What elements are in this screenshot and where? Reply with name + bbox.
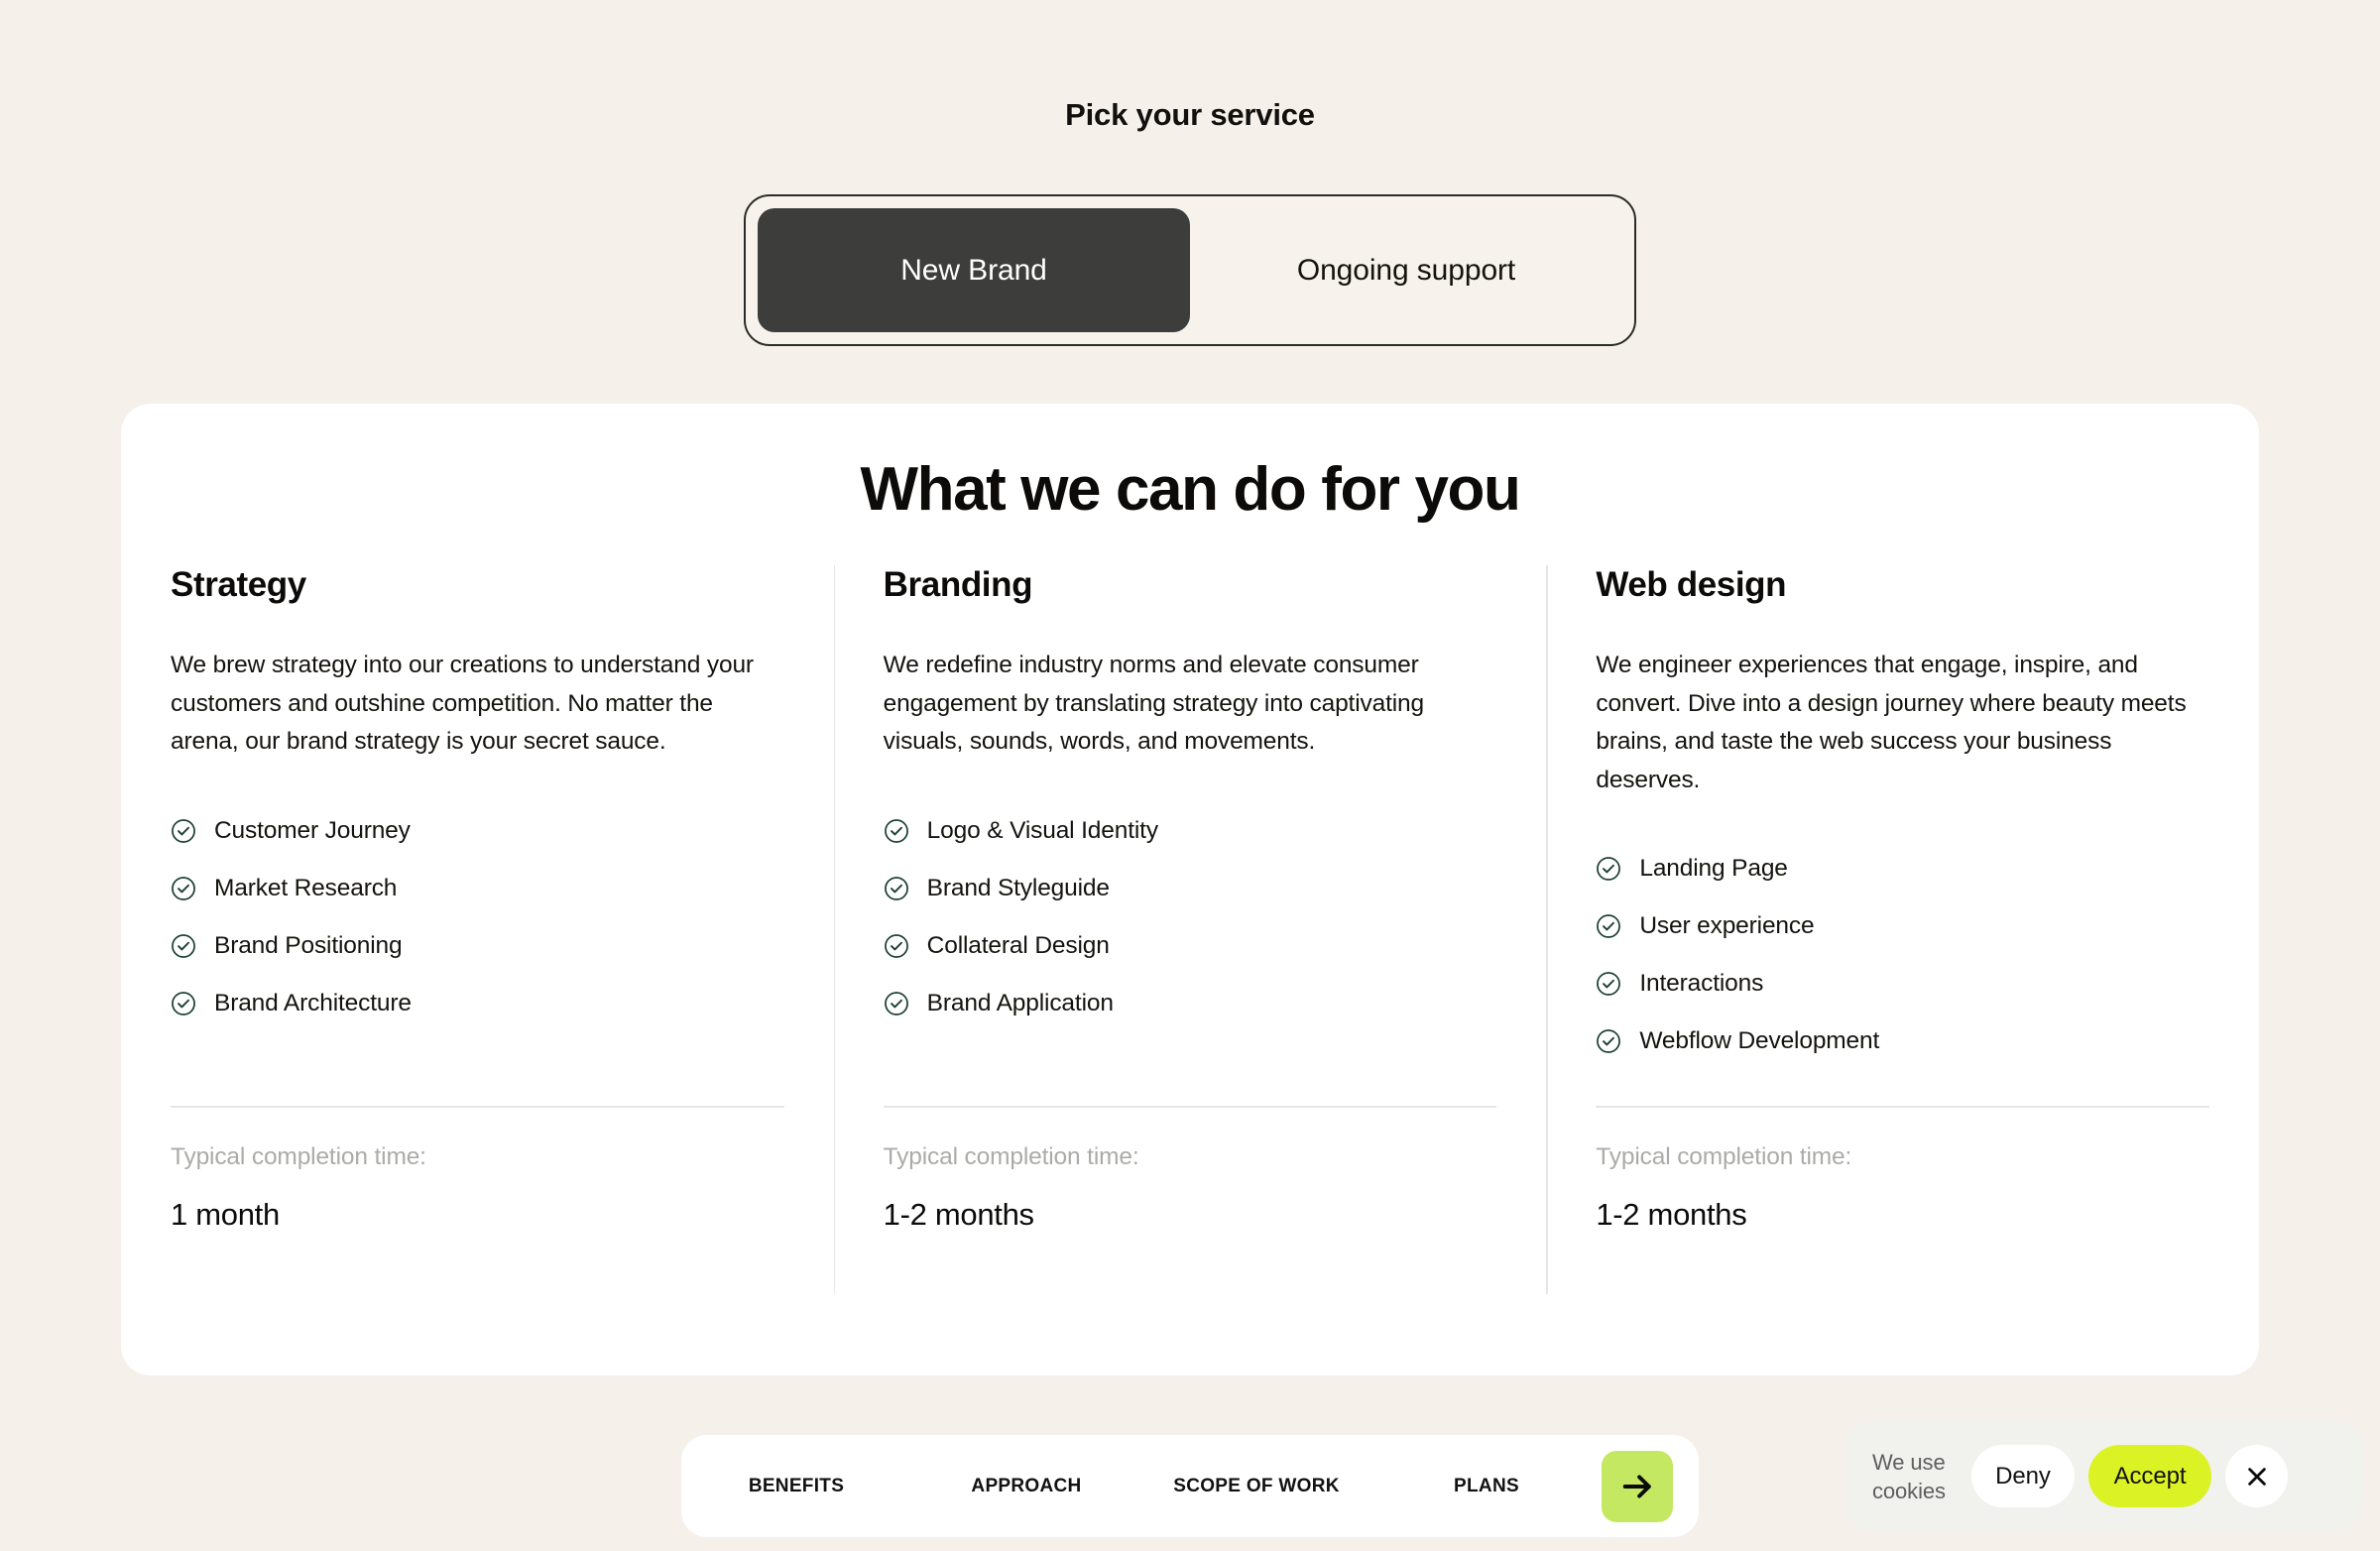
completion-time-value: 1 month: [171, 1197, 280, 1232]
check-circle-icon: [884, 933, 908, 958]
cookie-close-button[interactable]: [2225, 1445, 2288, 1507]
cookie-message: We use cookies: [1872, 1449, 1946, 1503]
nav-link-plans[interactable]: PLANS: [1371, 1476, 1602, 1497]
feature-label: Brand Styleguide: [926, 874, 1110, 901]
column-description: We brew strategy into our creations to u…: [171, 652, 754, 755]
nav-link-scope-of-work[interactable]: SCOPE OF WORK: [1141, 1476, 1371, 1497]
feature-label: User experience: [1639, 912, 1815, 939]
list-item: Landing Page: [1596, 840, 2209, 897]
list-item: Brand Positioning: [171, 917, 784, 975]
column-divider: [1596, 1106, 2210, 1108]
nav-link-benefits[interactable]: BENEFITS: [681, 1476, 911, 1497]
service-column-strategy: Strategy We brew strategy into our creat…: [121, 565, 834, 1294]
feature-label: Collateral Design: [926, 931, 1110, 959]
list-item: Brand Application: [884, 975, 1497, 1032]
check-circle-icon: [172, 991, 195, 1015]
completion-time-label: Typical completion time:: [883, 1143, 1139, 1170]
column-description: We redefine industry norms and elevate c…: [883, 652, 1424, 755]
check-circle-icon: [172, 933, 195, 958]
check-circle-icon: [1597, 857, 1621, 881]
service-toggle-group[interactable]: New Brand Ongoing support: [744, 194, 1636, 346]
check-circle-icon: [1597, 1029, 1621, 1053]
arrow-right-icon: [1622, 1474, 1651, 1498]
cookie-consent-bar: We use cookies Deny Accept: [1846, 1420, 2362, 1532]
feature-label: Market Research: [214, 874, 398, 901]
feature-list: Customer Journey Market Research Brand P…: [171, 802, 784, 1032]
cookie-deny-button[interactable]: Deny: [1971, 1445, 2075, 1507]
feature-label: Logo & Visual Identity: [926, 816, 1158, 844]
toggle-option-ongoing-support[interactable]: Ongoing support: [1190, 208, 1622, 332]
column-title: Strategy: [171, 565, 306, 604]
column-title: Branding: [883, 565, 1033, 604]
list-item: Market Research: [171, 860, 784, 917]
toggle-option-new-brand[interactable]: New Brand: [758, 208, 1190, 332]
column-description: We engineer experiences that engage, ins…: [1596, 652, 2187, 793]
nav-link-approach[interactable]: APPROACH: [911, 1476, 1141, 1497]
page-title: Pick your service: [1065, 97, 1315, 132]
list-item: Customer Journey: [171, 802, 784, 860]
close-icon: [2247, 1467, 2266, 1486]
column-divider: [883, 1106, 1497, 1108]
list-item: User experience: [1596, 897, 2209, 955]
feature-label: Brand Positioning: [214, 931, 403, 959]
service-column-branding: Branding We redefine industry norms and …: [833, 565, 1547, 1294]
check-circle-icon: [884, 991, 908, 1015]
feature-label: Brand Architecture: [214, 989, 412, 1016]
feature-list: Logo & Visual Identity Brand Styleguide …: [884, 802, 1497, 1032]
check-circle-icon: [1597, 972, 1621, 996]
check-circle-icon: [172, 818, 195, 843]
check-circle-icon: [884, 876, 908, 900]
list-item: Collateral Design: [884, 917, 1497, 975]
service-columns: Strategy We brew strategy into our creat…: [121, 565, 2259, 1294]
column-divider: [171, 1106, 784, 1108]
feature-label: Webflow Development: [1639, 1027, 1880, 1054]
list-item: Brand Architecture: [171, 975, 784, 1032]
cookie-accept-button[interactable]: Accept: [2088, 1445, 2211, 1507]
feature-label: Landing Page: [1639, 855, 1788, 882]
next-section-button[interactable]: [1602, 1450, 1673, 1522]
completion-time-label: Typical completion time:: [171, 1143, 426, 1170]
list-item: Interactions: [1596, 955, 2209, 1013]
completion-time-value: 1-2 months: [1596, 1197, 1747, 1232]
feature-label: Interactions: [1639, 970, 1764, 997]
feature-label: Brand Application: [926, 989, 1114, 1016]
check-circle-icon: [884, 818, 908, 843]
list-item: Brand Styleguide: [884, 860, 1497, 917]
column-title: Web design: [1596, 565, 1787, 604]
section-navigation-bar: BENEFITS APPROACH SCOPE OF WORK PLANS: [681, 1435, 1699, 1537]
card-heading: What we can do for you: [860, 455, 1520, 524]
completion-time-label: Typical completion time:: [1596, 1143, 1852, 1170]
check-circle-icon: [1597, 914, 1621, 938]
feature-list: Landing Page User experience Interaction…: [1596, 840, 2209, 1070]
list-item: Webflow Development: [1596, 1013, 2209, 1070]
feature-label: Customer Journey: [214, 816, 411, 844]
list-item: Logo & Visual Identity: [884, 802, 1497, 860]
services-card: What we can do for you Strategy We brew …: [121, 404, 2259, 1375]
service-column-web-design: Web design We engineer experiences that …: [1546, 565, 2259, 1294]
check-circle-icon: [172, 876, 195, 900]
completion-time-value: 1-2 months: [883, 1197, 1034, 1232]
